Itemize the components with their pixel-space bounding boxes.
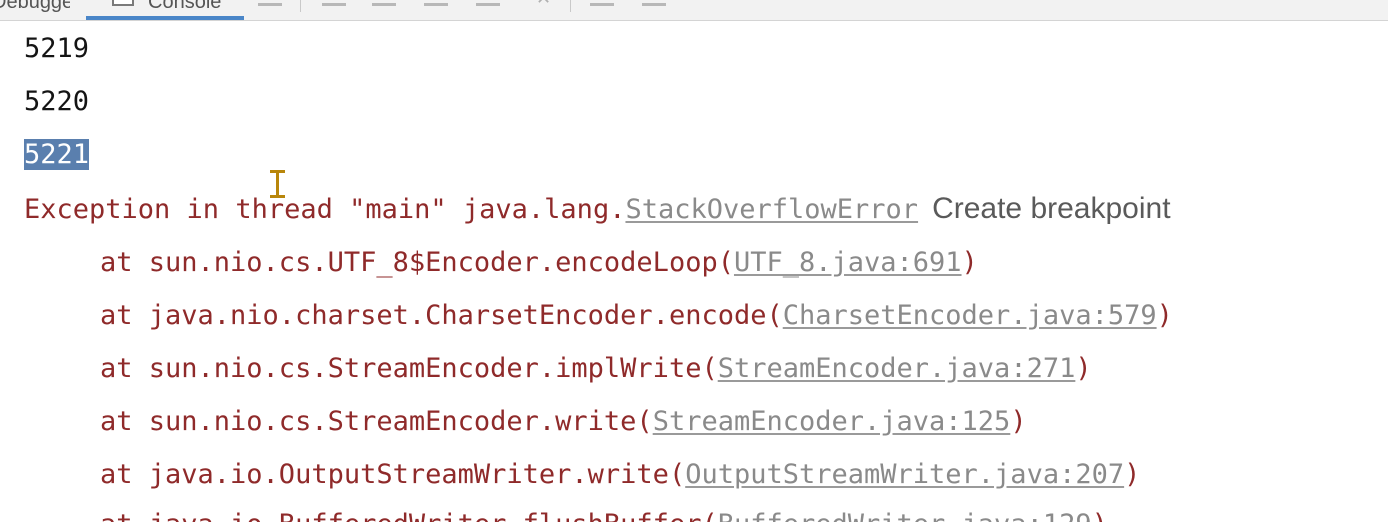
stack-frame: at java.io.BufferedWriter.flushBuffer(Bu…: [100, 505, 1108, 522]
stack-frame-source-link[interactable]: OutputStreamWriter.java:207: [685, 459, 1124, 490]
stack-frame-suffix: ): [1010, 406, 1027, 437]
create-breakpoint-link[interactable]: Create breakpoint: [932, 192, 1170, 225]
exception-line: Exception in thread "main" java.lang.Sta…: [24, 189, 1171, 229]
step-out-icon[interactable]: [476, 0, 500, 6]
active-tab-indicator: [86, 16, 244, 20]
force-step-into-icon[interactable]: [424, 0, 448, 6]
selected-text[interactable]: 5221: [24, 139, 90, 170]
console-output[interactable]: 5219 5220 5221 Exception in thread "main…: [0, 21, 1388, 522]
drop-frame-icon[interactable]: ✕: [536, 0, 551, 9]
stack-frame-suffix: ): [1156, 300, 1173, 331]
stack-frame-suffix: ): [1075, 353, 1092, 384]
stack-frame-call: at sun.nio.cs.UTF_8$Encoder.encodeLoop(: [100, 247, 734, 278]
stack-frame-call: at java.io.BufferedWriter.flushBuffer(: [100, 509, 718, 522]
text-cursor-icon: [269, 170, 285, 198]
stack-frame-suffix: ): [961, 247, 978, 278]
tab-debugger[interactable]: Debugger: [0, 0, 70, 18]
exception-class-link[interactable]: StackOverflowError: [625, 194, 918, 225]
stack-frame-source-link[interactable]: CharsetEncoder.java:579: [783, 300, 1157, 331]
stack-frame: at java.io.OutputStreamWriter.write(Outp…: [100, 455, 1140, 495]
stack-frame-call: at java.nio.charset.CharsetEncoder.encod…: [100, 300, 783, 331]
toolbar-separator: [300, 0, 301, 12]
stack-frame: at sun.nio.cs.StreamEncoder.write(Stream…: [100, 402, 1027, 442]
stack-frame-source-link[interactable]: StreamEncoder.java:125: [653, 406, 1011, 437]
stack-frame: at sun.nio.cs.StreamEncoder.implWrite(St…: [100, 349, 1092, 389]
toolbar-separator: [570, 0, 571, 12]
console-output-line: 5219: [24, 33, 90, 64]
stack-frame-source-link[interactable]: StreamEncoder.java:271: [718, 353, 1076, 384]
tab-console-label: Console: [148, 0, 222, 13]
step-over-icon[interactable]: [322, 0, 346, 6]
exception-message: Exception in thread "main" java.lang.: [24, 194, 626, 225]
stack-frame-call: at sun.nio.cs.StreamEncoder.write(: [100, 406, 653, 437]
evaluate-expression-icon[interactable]: [590, 0, 614, 6]
console-output-line-selected: 5221: [24, 135, 90, 175]
trace-icon[interactable]: [642, 0, 666, 6]
stack-frame-source-link[interactable]: UTF_8.java:691: [734, 247, 962, 278]
stack-frame: at sun.nio.cs.UTF_8$Encoder.encodeLoop(U…: [100, 243, 978, 283]
toolbar-layout-icon[interactable]: [258, 0, 282, 6]
stack-frame: at java.nio.charset.CharsetEncoder.encod…: [100, 296, 1173, 336]
stack-frame-suffix: ): [1092, 509, 1108, 522]
stack-frame-suffix: ): [1124, 459, 1141, 490]
step-into-icon[interactable]: [372, 0, 396, 6]
tab-debugger-label: Debugger: [0, 0, 70, 13]
stack-frame-source-link[interactable]: BufferedWriter.java:129: [718, 509, 1092, 522]
ide-window: Debugger Console ✕ 5219 5220 5221 Except…: [0, 0, 1388, 522]
stack-frame-call: at java.io.OutputStreamWriter.write(: [100, 459, 686, 490]
console-output-line: 5220: [24, 86, 90, 117]
console-icon: [112, 0, 134, 6]
stack-frame-call: at sun.nio.cs.StreamEncoder.implWrite(: [100, 353, 718, 384]
tool-window-tabbar: Debugger Console ✕: [0, 0, 1388, 21]
